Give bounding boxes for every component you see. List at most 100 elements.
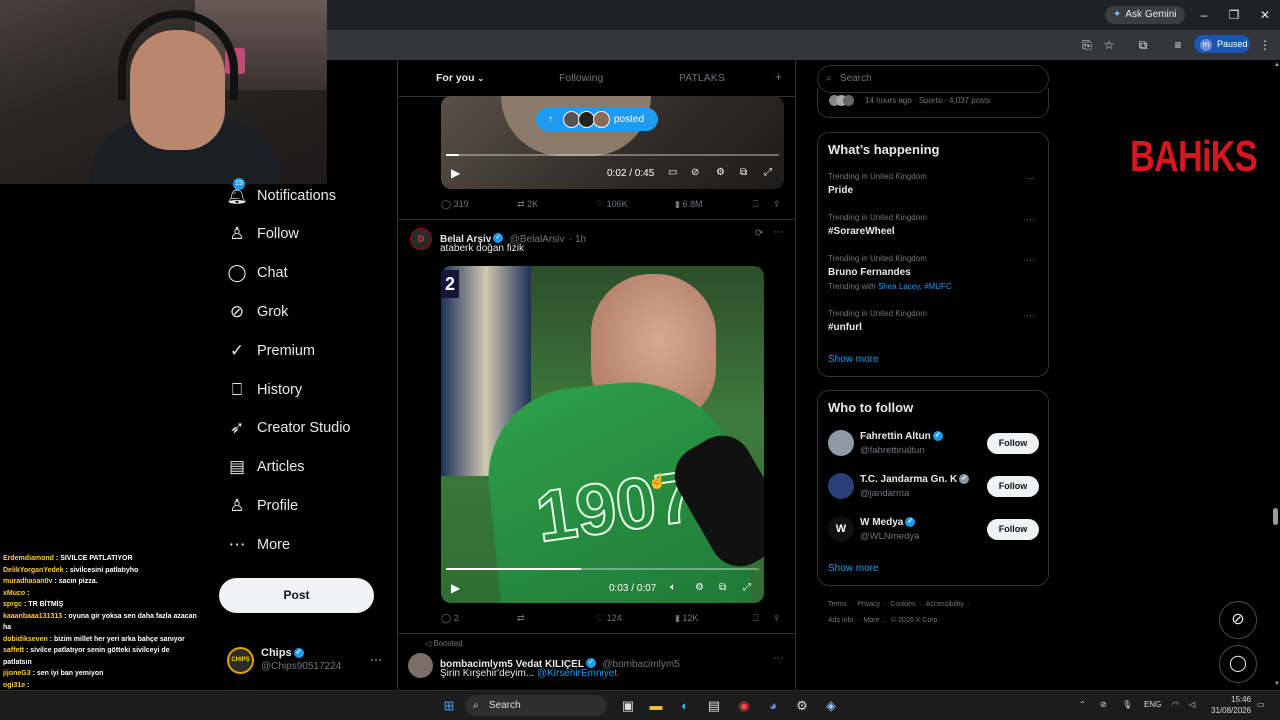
sidebar-item-more[interactable]: ⋯ More	[226, 531, 291, 559]
sidebar-item-grok[interactable]: ⊘ Grok	[226, 298, 289, 326]
extensions-icon[interactable]: ⧉	[1134, 36, 1152, 54]
sidebar-item-notifications[interactable]: 🔔︎ Notifications 19	[226, 178, 336, 210]
chat-user[interactable]: Erdemdiamond	[3, 555, 54, 562]
mic-icon[interactable]: 🎙︎	[1122, 700, 1132, 709]
fullscreen-icon[interactable]: ⤢	[764, 167, 772, 178]
wifi-icon[interactable]: ◠	[1172, 700, 1179, 709]
close-window-button[interactable]: ✕	[1255, 6, 1275, 24]
play-icon[interactable]: ▶	[451, 166, 460, 180]
trend-more-icon[interactable]: ···	[1026, 310, 1035, 320]
footer-privacy[interactable]: Privacy	[857, 601, 880, 608]
network-off-icon[interactable]: ⊘	[1100, 700, 1107, 709]
account-name-row[interactable]: Chips ✓	[261, 647, 306, 659]
grok-fab-icon[interactable]: ⊘	[1219, 601, 1257, 639]
notification-icon[interactable]: ▭	[1257, 700, 1265, 709]
like-button[interactable]: ♡ 124	[596, 613, 622, 624]
bookmark-icon[interactable]: ⎕	[753, 199, 758, 210]
media-control-icon[interactable]: ≡	[1169, 36, 1187, 54]
chat-user[interactable]: DelikYorganYedek	[3, 567, 64, 574]
footer-accessibility[interactable]: Accessibility	[926, 601, 964, 608]
captions-icon[interactable]: ▭	[668, 167, 677, 178]
task-view-icon[interactable]: ▣	[619, 697, 637, 715]
play-icon[interactable]: ▶	[451, 581, 460, 595]
post-button[interactable]: Post	[219, 578, 374, 613]
sidebar-item-chat[interactable]: ◯ Chat	[226, 259, 287, 287]
tab-for-you[interactable]: For you ⌄	[436, 72, 484, 84]
repost-button[interactable]: ⇄ 2K	[517, 199, 538, 210]
footer-cookies[interactable]: Cookies	[890, 601, 915, 608]
sidebar-item-creator-studio[interactable]: ➶ Creator Studio	[226, 414, 351, 442]
follow-name[interactable]: T.C. Jandarma Gn. K ✓	[860, 474, 971, 485]
repost-button[interactable]: ⇄	[517, 613, 525, 624]
bookmark-star-icon[interactable]: ☆	[1100, 36, 1118, 54]
minimize-button[interactable]: –	[1194, 6, 1214, 24]
discord-icon[interactable]: ◕	[764, 697, 782, 715]
volume-icon[interactable]: ◁	[1189, 700, 1195, 709]
sidebar-item-history[interactable]: ⎕ History	[226, 376, 302, 404]
ask-gemini-button[interactable]: ✦ Ask Gemini	[1105, 6, 1185, 24]
follow-avatar[interactable]	[828, 473, 854, 499]
reply-button[interactable]: ◯ 319	[441, 199, 469, 210]
chat-user[interactable]: kaaanbaaa131313	[3, 613, 62, 620]
chat-user[interactable]: ogi31e	[3, 682, 25, 689]
chat-user[interactable]: xMuco	[3, 590, 25, 597]
fullscreen-icon[interactable]: ⤢	[743, 582, 751, 593]
footer-terms[interactable]: Terms	[828, 601, 847, 608]
add-tab-icon[interactable]: +	[775, 70, 782, 84]
page-scrollbar[interactable]	[1271, 60, 1280, 690]
share-icon[interactable]: ⇪	[773, 199, 781, 210]
follow-button[interactable]: Follow	[987, 433, 1039, 454]
pip-icon[interactable]: ⧉	[740, 167, 747, 178]
post3-more-icon[interactable]: ···	[773, 652, 784, 664]
settings-icon[interactable]: ⚙	[716, 167, 725, 178]
post2-time[interactable]: 1h	[575, 234, 586, 245]
like-button[interactable]: ♡ 106K	[596, 199, 628, 210]
install-app-icon[interactable]: ⎘	[1078, 36, 1096, 54]
trend-more-icon[interactable]: ···	[1026, 255, 1035, 265]
clock-time[interactable]: 15:46	[1231, 695, 1251, 704]
share-icon[interactable]: ⇪	[773, 613, 781, 624]
follow-name[interactable]: W Medya ✓	[860, 517, 917, 528]
post2-avatar[interactable]: D	[410, 228, 432, 250]
views-button[interactable]: ▮ 6.8M	[675, 199, 702, 210]
chat-user[interactable]: sprgc	[3, 601, 22, 608]
settings-icon[interactable]: ⚙	[695, 582, 704, 593]
follow-name[interactable]: Fahrettin Altun ✓	[860, 431, 945, 442]
post2-more-icon[interactable]: ···	[773, 226, 784, 238]
store-icon[interactable]: ▤	[705, 697, 723, 715]
sidebar-item-premium[interactable]: ✓ Premium	[226, 337, 315, 365]
language-indicator[interactable]: ENG	[1144, 700, 1161, 709]
footer-more[interactable]: More ...	[863, 617, 887, 624]
sidebar-item-articles[interactable]: ▤ Articles	[226, 453, 305, 481]
views-button[interactable]: ▮ 12K	[675, 613, 698, 624]
tab-patlaks[interactable]: PATLAKS	[679, 72, 725, 84]
reply-button[interactable]: ◯ 2	[441, 613, 459, 624]
new-posts-pill[interactable]: ↑ posted	[536, 108, 658, 131]
volume-icon[interactable]: 🔈︎	[670, 582, 676, 593]
edge-icon[interactable]: ◐	[676, 697, 694, 715]
account-more-icon[interactable]: ···	[370, 652, 382, 666]
tray-chevron-icon[interactable]: ⌃	[1079, 700, 1086, 709]
post3-mention[interactable]: @KirsehirEmniyet	[537, 668, 617, 679]
maximize-button[interactable]: ❐	[1224, 6, 1244, 24]
steam-icon[interactable]: ◈	[822, 697, 840, 715]
follow-avatar[interactable]	[828, 430, 854, 456]
follow-avatar[interactable]: W	[828, 516, 854, 542]
trends-show-more[interactable]: Show more	[828, 354, 879, 365]
scroll-up-icon[interactable]: ▲	[1274, 62, 1280, 68]
grok-icon[interactable]: ⟳	[755, 228, 763, 239]
menu-kebab-icon[interactable]: ⋮	[1256, 36, 1274, 54]
post1-video-track[interactable]	[446, 154, 779, 156]
tab-following[interactable]: Following	[559, 72, 603, 84]
chrome-icon[interactable]: ◉	[735, 697, 753, 715]
sidebar-item-follow[interactable]: ♙ Follow	[226, 220, 299, 248]
chat-user[interactable]: jijoneG3	[3, 670, 31, 677]
post3-avatar[interactable]	[408, 653, 433, 678]
sidebar-item-profile[interactable]: ♙ Profile	[226, 492, 298, 520]
footer-ads-info[interactable]: Ads info	[828, 617, 853, 624]
trend-more-icon[interactable]: ···	[1026, 214, 1035, 224]
chat-user[interactable]: saffett	[3, 647, 24, 654]
clock-date[interactable]: 31/08/2026	[1211, 706, 1251, 715]
profile-button[interactable]: m Paused	[1194, 35, 1250, 53]
taskbar-search-input[interactable]: ⌕ Search	[465, 695, 607, 716]
